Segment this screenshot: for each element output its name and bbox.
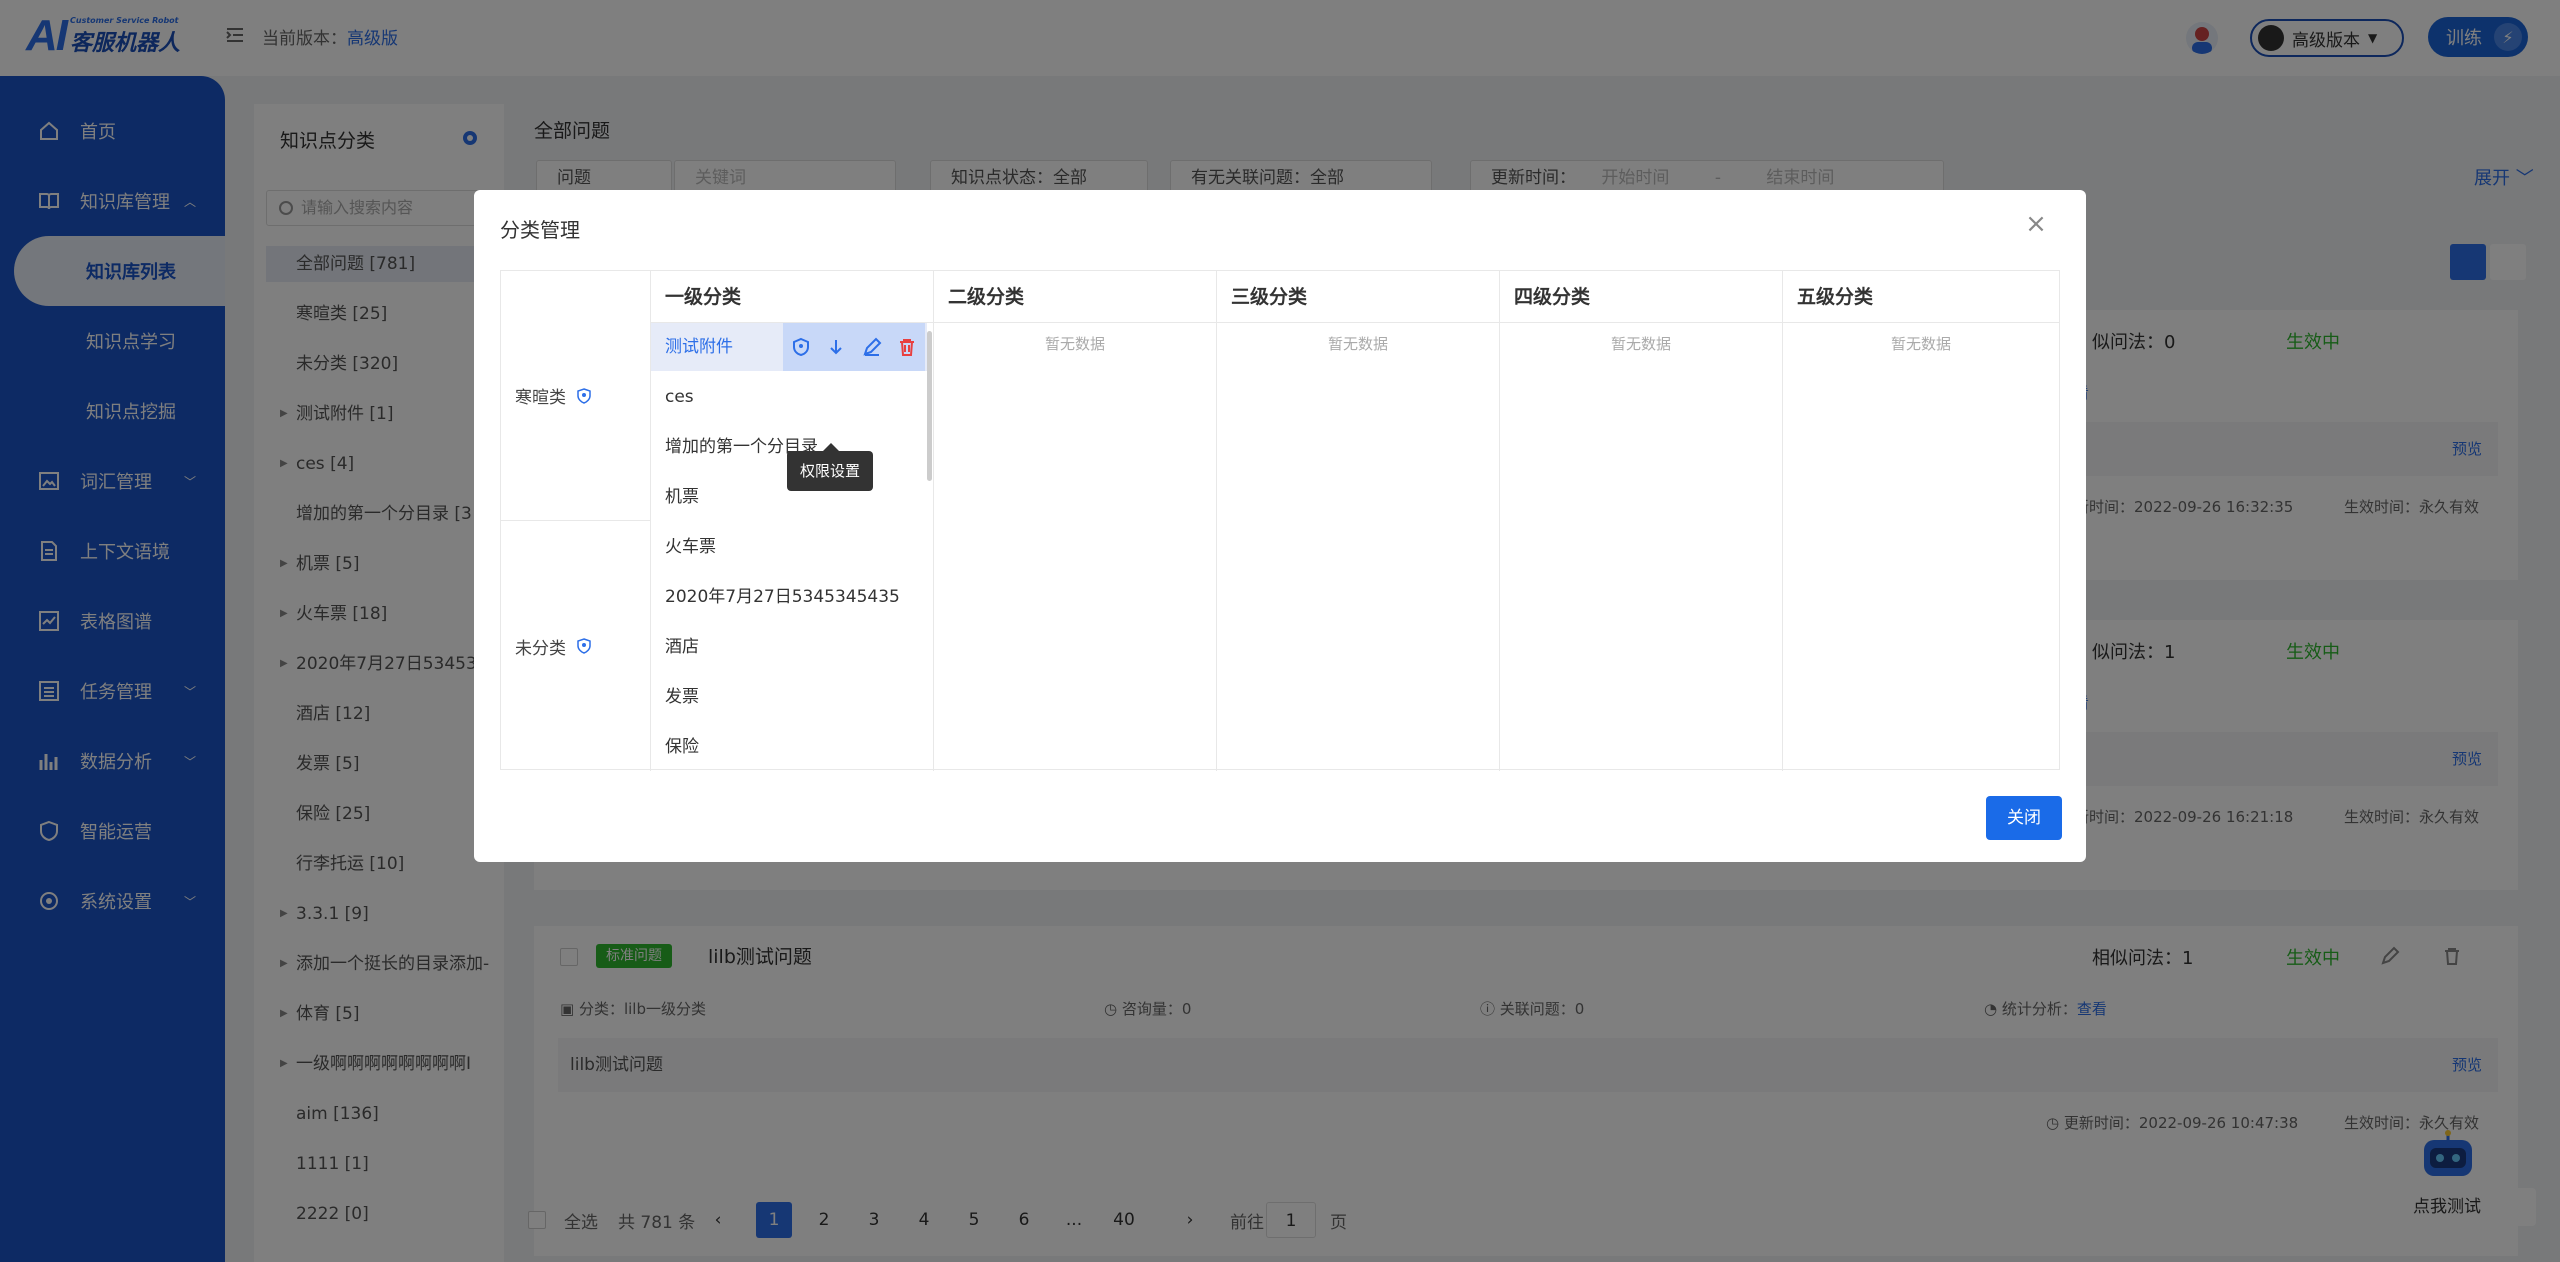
level1-item-label: 发票 bbox=[665, 687, 699, 707]
level3-column: 三级分类 暂无数据 bbox=[1217, 271, 1500, 771]
level1-item[interactable]: ces bbox=[651, 373, 927, 421]
group-greeting[interactable]: 寒暄类 bbox=[501, 271, 651, 521]
shield-icon[interactable] bbox=[576, 638, 592, 654]
group-uncategorized[interactable]: 未分类 bbox=[501, 521, 651, 771]
permission-tooltip: 权限设置 bbox=[787, 443, 873, 491]
empty-text: 暂无数据 bbox=[1610, 335, 1671, 353]
level1-item-label: 酒店 bbox=[665, 637, 699, 657]
column-header: 二级分类 bbox=[934, 271, 1216, 323]
empty-text: 暂无数据 bbox=[1890, 335, 1951, 353]
level2-column: 二级分类 暂无数据 bbox=[934, 271, 1217, 771]
move-down-icon[interactable] bbox=[826, 337, 846, 357]
level1-item-label: 机票 bbox=[665, 487, 699, 507]
level1-scrollbar[interactable] bbox=[927, 331, 932, 481]
group-label: 寒暄类 bbox=[515, 388, 566, 408]
level5-column: 五级分类 暂无数据 bbox=[1783, 271, 2059, 771]
column-header: 三级分类 bbox=[1217, 271, 1499, 323]
level1-item[interactable]: 酒店 bbox=[651, 623, 927, 671]
level1-item[interactable]: 测试附件 bbox=[651, 323, 927, 371]
level1-item-label: 2020年7月27日5345345435 bbox=[665, 587, 900, 607]
level1-item[interactable]: 2020年7月27日5345345435 bbox=[651, 573, 927, 621]
level1-item[interactable]: 保险 bbox=[651, 723, 927, 771]
item-actions bbox=[783, 323, 925, 371]
level1-item-label: 测试附件 bbox=[665, 337, 733, 357]
level1-item[interactable]: 发票 bbox=[651, 673, 927, 721]
empty-text: 暂无数据 bbox=[1044, 335, 1105, 353]
permission-shield-icon[interactable] bbox=[791, 337, 811, 357]
edit-icon[interactable] bbox=[862, 337, 882, 357]
level1-column: 一级分类 测试附件 ces 增加的第一个分目录 机票 火车票 2020年7月27日5345… bbox=[651, 271, 934, 771]
column-header: 四级分类 bbox=[1500, 271, 1782, 323]
shield-icon[interactable] bbox=[576, 387, 592, 404]
level4-column: 四级分类 暂无数据 bbox=[1500, 271, 1783, 771]
category-manage-dialog: 分类管理 × 寒暄类 未分类 一级分类 测试附件 ces 增加的第一个分目录 机票 火车… bbox=[474, 190, 2086, 862]
level1-item[interactable]: 火车票 bbox=[651, 523, 927, 571]
dialog-title: 分类管理 bbox=[500, 218, 580, 242]
level1-item-label: ces bbox=[665, 387, 694, 407]
column-header: 一级分类 bbox=[651, 271, 933, 323]
empty-text: 暂无数据 bbox=[1327, 335, 1388, 353]
close-button[interactable]: 关闭 bbox=[1986, 796, 2062, 840]
level1-item-label: 保险 bbox=[665, 737, 699, 757]
group-column: 寒暄类 未分类 bbox=[501, 271, 651, 771]
delete-icon[interactable] bbox=[897, 337, 917, 357]
column-header: 五级分类 bbox=[1783, 271, 2059, 323]
group-label: 未分类 bbox=[515, 638, 566, 659]
level1-item-label: 火车票 bbox=[665, 537, 716, 557]
close-icon[interactable]: × bbox=[2024, 211, 2048, 237]
category-table: 寒暄类 未分类 一级分类 测试附件 ces 增加的第一个分目录 机票 火车票 2020年7… bbox=[500, 270, 2060, 771]
